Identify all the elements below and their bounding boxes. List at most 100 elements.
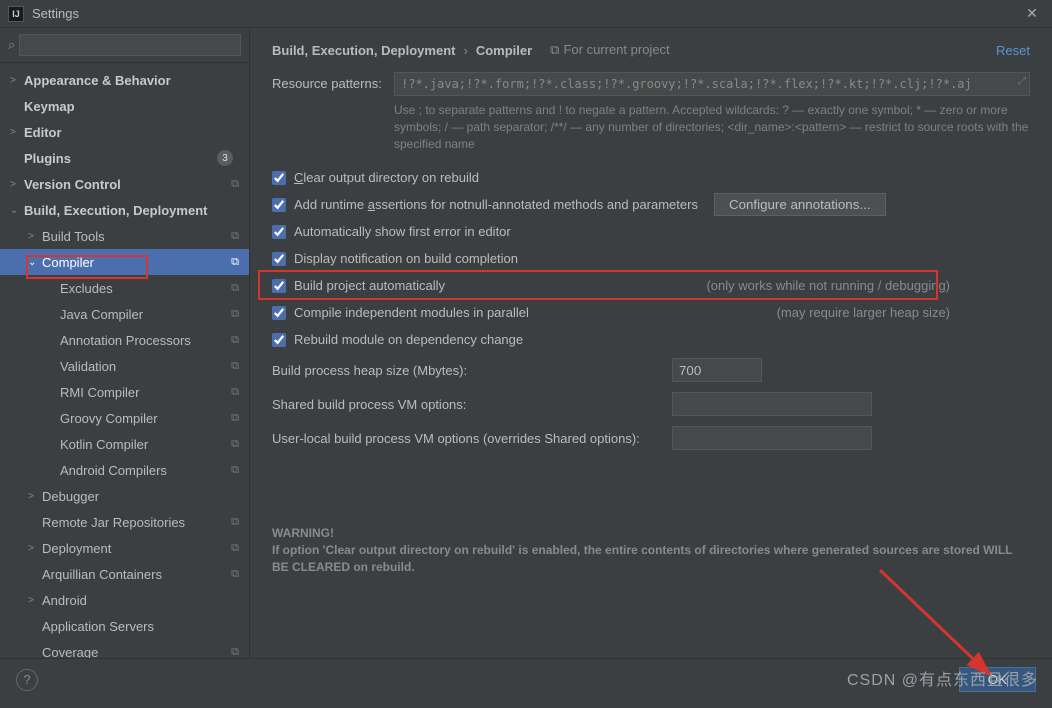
project-scope-icon: ⧉	[231, 334, 239, 347]
tree-item-groovy-compiler[interactable]: Groovy Compiler⧉	[0, 405, 249, 431]
badge: 3	[217, 150, 233, 166]
tree-item-label: Version Control	[24, 177, 231, 192]
project-scope-icon: ⧉	[231, 282, 239, 295]
rebuild-dep-checkbox[interactable]	[272, 333, 286, 347]
tree-item-label: Annotation Processors	[60, 333, 231, 348]
search-input[interactable]	[19, 34, 241, 56]
chevron-icon: ⌄	[10, 205, 24, 216]
tree-item-remote-jar-repositories[interactable]: Remote Jar Repositories⧉	[0, 509, 249, 535]
tree-item-label: Appearance & Behavior	[24, 73, 249, 88]
user-vm-input[interactable]	[672, 426, 872, 450]
tree-item-excludes[interactable]: Excludes⧉	[0, 275, 249, 301]
build-auto-note: (only works while not running / debuggin…	[706, 278, 950, 293]
settings-content: Build, Execution, Deployment › Compiler …	[250, 28, 1052, 658]
project-scope-icon: ⧉	[231, 178, 239, 191]
chevron-icon: ⌄	[28, 257, 42, 268]
tree-item-validation[interactable]: Validation⧉	[0, 353, 249, 379]
dialog-footer: ? OK	[0, 658, 1052, 700]
tree-item-application-servers[interactable]: Application Servers	[0, 613, 249, 639]
chevron-icon: >	[28, 543, 42, 554]
reset-link[interactable]: Reset	[996, 43, 1030, 58]
tree-item-compiler[interactable]: ⌄Compiler⧉	[0, 249, 249, 275]
warning-body: If option 'Clear output directory on reb…	[272, 543, 1012, 574]
project-scope-icon: ⧉	[231, 464, 239, 477]
configure-annotations-button[interactable]: Configure annotations...	[714, 193, 886, 216]
warning-block: WARNING! If option 'Clear output directo…	[272, 525, 1030, 575]
tree-item-editor[interactable]: >Editor	[0, 119, 249, 145]
tree-item-label: Deployment	[42, 541, 231, 556]
breadcrumb-current: Compiler	[476, 43, 532, 58]
settings-sidebar: ⌕ >Appearance & BehaviorKeymap>EditorPlu…	[0, 28, 250, 658]
chevron-icon: >	[10, 127, 24, 138]
tree-item-label: Validation	[60, 359, 231, 374]
tree-item-label: Coverage	[42, 645, 231, 659]
runtime-assertions-checkbox[interactable]	[272, 198, 286, 212]
tree-item-label: Editor	[24, 125, 249, 140]
clear-output-checkbox[interactable]	[272, 171, 286, 185]
tree-item-label: Kotlin Compiler	[60, 437, 231, 452]
shared-vm-label: Shared build process VM options:	[272, 397, 672, 412]
scope-label: ⧉For current project	[550, 42, 670, 58]
chevron-icon: >	[10, 179, 24, 190]
tree-item-label: Android Compilers	[60, 463, 231, 478]
ok-button[interactable]: OK	[959, 667, 1036, 692]
tree-item-deployment[interactable]: >Deployment⧉	[0, 535, 249, 561]
project-scope-icon: ⧉	[231, 646, 239, 659]
tree-item-kotlin-compiler[interactable]: Kotlin Compiler⧉	[0, 431, 249, 457]
tree-item-arquillian-containers[interactable]: Arquillian Containers⧉	[0, 561, 249, 587]
project-scope-icon: ⧉	[231, 438, 239, 451]
window-title: Settings	[32, 6, 1020, 21]
project-scope-icon: ⧉	[231, 256, 239, 269]
tree-item-java-compiler[interactable]: Java Compiler⧉	[0, 301, 249, 327]
breadcrumb-parent[interactable]: Build, Execution, Deployment	[272, 43, 455, 58]
tree-item-debugger[interactable]: >Debugger	[0, 483, 249, 509]
close-icon[interactable]: ✕	[1020, 5, 1044, 22]
tree-item-label: Application Servers	[42, 619, 249, 634]
parallel-compile-label: Compile independent modules in parallel	[294, 305, 529, 320]
project-scope-icon: ⧉	[231, 568, 239, 581]
tree-item-label: Android	[42, 593, 249, 608]
tree-item-version-control[interactable]: >Version Control⧉	[0, 171, 249, 197]
tree-item-android-compilers[interactable]: Android Compilers⧉	[0, 457, 249, 483]
build-auto-checkbox[interactable]	[272, 279, 286, 293]
tree-item-plugins[interactable]: Plugins3	[0, 145, 249, 171]
help-icon[interactable]: ?	[16, 669, 38, 691]
parallel-compile-checkbox[interactable]	[272, 306, 286, 320]
display-notification-label: Display notification on build completion	[294, 251, 518, 266]
tree-item-coverage[interactable]: Coverage⧉	[0, 639, 249, 658]
tree-item-label: Java Compiler	[60, 307, 231, 322]
patterns-hint: Use ; to separate patterns and ! to nega…	[394, 102, 1030, 152]
chevron-right-icon: ›	[463, 43, 467, 58]
app-icon: IJ	[8, 6, 24, 22]
project-scope-icon: ⧉	[231, 412, 239, 425]
rebuild-dep-label: Rebuild module on dependency change	[294, 332, 523, 347]
tree-item-build-execution-deployment[interactable]: ⌄Build, Execution, Deployment	[0, 197, 249, 223]
parallel-compile-note: (may require larger heap size)	[777, 305, 950, 320]
heap-size-input[interactable]	[672, 358, 762, 382]
tree-item-label: Groovy Compiler	[60, 411, 231, 426]
project-scope-icon: ⧉	[231, 230, 239, 243]
tree-item-label: Build, Execution, Deployment	[24, 203, 249, 218]
resource-patterns-input[interactable]	[394, 72, 1030, 96]
tree-item-build-tools[interactable]: >Build Tools⧉	[0, 223, 249, 249]
project-scope-icon: ⧉	[231, 516, 239, 529]
shared-vm-input[interactable]	[672, 392, 872, 416]
chevron-icon: >	[28, 231, 42, 242]
project-scope-icon: ⧉	[231, 360, 239, 373]
tree-item-label: Plugins	[24, 151, 217, 166]
chevron-icon: >	[28, 491, 42, 502]
auto-show-error-checkbox[interactable]	[272, 225, 286, 239]
display-notification-checkbox[interactable]	[272, 252, 286, 266]
warning-title: WARNING!	[272, 526, 334, 540]
tree-item-label: Build Tools	[42, 229, 231, 244]
tree-item-android[interactable]: >Android	[0, 587, 249, 613]
tree-item-annotation-processors[interactable]: Annotation Processors⧉	[0, 327, 249, 353]
heap-size-label: Build process heap size (Mbytes):	[272, 363, 672, 378]
expand-icon[interactable]: ⤢	[1018, 76, 1026, 87]
titlebar: IJ Settings ✕	[0, 0, 1052, 28]
chevron-icon: >	[28, 595, 42, 606]
tree-item-rmi-compiler[interactable]: RMI Compiler⧉	[0, 379, 249, 405]
tree-item-appearance-behavior[interactable]: >Appearance & Behavior	[0, 67, 249, 93]
search-icon: ⌕	[8, 37, 15, 53]
tree-item-keymap[interactable]: Keymap	[0, 93, 249, 119]
